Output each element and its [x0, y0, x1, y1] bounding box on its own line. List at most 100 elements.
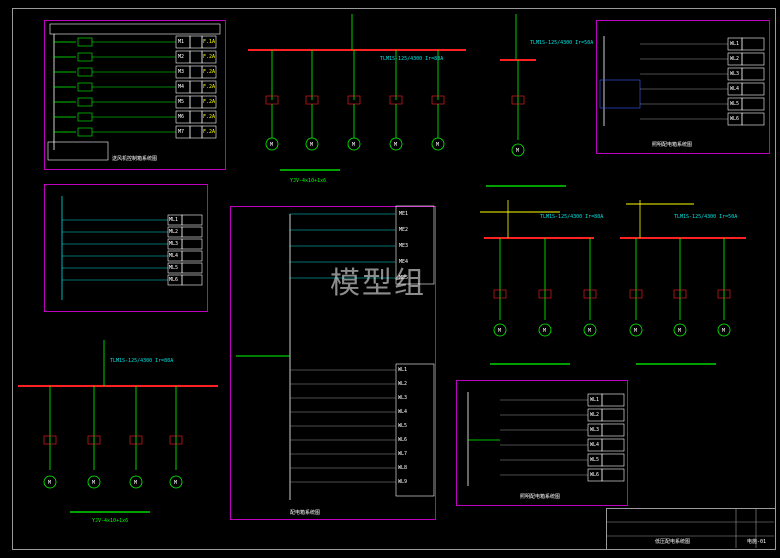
- center-row-id-bottom: WL6: [398, 437, 408, 443]
- motor-label: M: [310, 142, 313, 148]
- panel-1-breaker: [77, 52, 93, 62]
- motor-label: M: [498, 328, 501, 334]
- panel-1-row-id: M5: [178, 99, 185, 105]
- panel-1-row-id: M6: [178, 114, 185, 120]
- center-row-id-bottom: WL9: [398, 479, 408, 485]
- center-row-id: ME3: [399, 243, 409, 249]
- panel-4-cell: [601, 453, 625, 467]
- panel-3-cell: [181, 238, 203, 250]
- panel-1-legend: [47, 141, 109, 161]
- cable-label-2: YJV-4x10+1x6: [92, 518, 129, 524]
- panel-1-caption: 送风机控制箱系统图: [112, 156, 158, 162]
- panel-3-row-id: ML3: [169, 241, 179, 247]
- motor-label: M: [92, 480, 95, 486]
- panel-4-row-id: WL3: [590, 427, 600, 433]
- center-row-id: ME1: [399, 211, 409, 217]
- panel-1-breaker: [77, 97, 93, 107]
- panel-1-row-id: M7: [178, 129, 185, 135]
- title-block-sheet: 电施-01: [747, 539, 767, 545]
- panel-2-row-id: WL1: [730, 41, 740, 47]
- breaker-label-4: TLM1S-125/4300 Ir=50A: [674, 214, 738, 220]
- panel-4-row-id: WL4: [590, 442, 600, 448]
- panel-1-breaker: [77, 67, 93, 77]
- panel-3-cell: [181, 274, 203, 286]
- motor-label: M: [543, 328, 546, 334]
- panel-1-row-id: M3: [178, 69, 185, 75]
- panel-4-cell: [601, 438, 625, 452]
- panel-1-row-value: F.1A: [203, 39, 216, 45]
- panel-2-cell: [741, 37, 765, 51]
- motor-label: M: [134, 480, 137, 486]
- panel-2-row-id: WL4: [730, 86, 740, 92]
- center-row-id-bottom: WL3: [398, 395, 408, 401]
- panel-1-cell: [189, 95, 203, 109]
- panel-1-cell: [189, 110, 203, 124]
- motor-label: M: [352, 142, 355, 148]
- panel-3-cell: [181, 214, 203, 226]
- center-row-id-bottom: WL5: [398, 423, 408, 429]
- center-row-id-bottom: WL7: [398, 451, 408, 457]
- breaker-label-5: TLM1S-125/4300 Ir=80A: [110, 358, 174, 364]
- panel-3-row-id: ML6: [169, 277, 179, 283]
- drawing-canvas: M M M M M M M M M M M M M M M M M1 F.1A M2 F.2A M3 F.2A M4 F.2…: [0, 0, 780, 558]
- panel-2-row-id: WL2: [730, 56, 740, 62]
- panel-1-row-value: F.2A: [203, 114, 216, 120]
- panel-1-row-id: M4: [178, 84, 185, 90]
- panel-2-row-id: WL5: [730, 101, 740, 107]
- panel-4-row-id: WL6: [590, 472, 600, 478]
- panel-2-meter: [599, 79, 641, 109]
- motor-label: M: [270, 142, 273, 148]
- panel-2-cell: [741, 112, 765, 126]
- panel-2-cell: [741, 97, 765, 111]
- motor-label: M: [678, 328, 681, 334]
- panel-4-cell: [601, 423, 625, 437]
- panel-4-caption: 照明配电箱系统图: [520, 494, 561, 500]
- panel-1-breaker: [77, 37, 93, 47]
- center-caption: 配电箱系统图: [290, 510, 321, 516]
- motor-label: M: [722, 328, 725, 334]
- center-row-id-bottom: WL2: [398, 381, 408, 387]
- panel-1-breaker: [77, 82, 93, 92]
- center-control-box: [236, 240, 280, 300]
- panel-1-row-id: M2: [178, 54, 185, 60]
- panel-4-row-id: WL5: [590, 457, 600, 463]
- panel-3-row-id: ML4: [169, 253, 179, 259]
- panel-2-cell: [741, 52, 765, 66]
- title-block: 低压配电系统图 电施-01: [606, 508, 776, 550]
- panel-2-row-id: WL3: [730, 71, 740, 77]
- title-block-project: 低压配电系统图: [655, 539, 691, 545]
- panel-1-row-value: F.2A: [203, 54, 216, 60]
- center-row-id-bottom: WL1: [398, 367, 408, 373]
- motor-label: M: [634, 328, 637, 334]
- panel-1-cell: [189, 35, 203, 49]
- panel-1-cell: [189, 125, 203, 139]
- panel-4-row-id: WL2: [590, 412, 600, 418]
- panel-1-breaker: [77, 112, 93, 122]
- motor-label: M: [436, 142, 439, 148]
- panel-1-row-value: F.2A: [203, 84, 216, 90]
- breaker-label-1: TLM1S-125/4300 Ir=80A: [380, 56, 444, 62]
- panel-1-cell: [189, 50, 203, 64]
- panel-2-row-id: WL6: [730, 116, 740, 122]
- panel-4-row-id: WL1: [590, 397, 600, 403]
- breaker-label-3: TLM1S-125/4300 Ir=80A: [540, 214, 604, 220]
- panel-1-row-value: F.2A: [203, 129, 216, 135]
- breaker-label-2: TLM1S-125/4300 Ir=50A: [530, 40, 594, 46]
- panel-1-cell: [189, 65, 203, 79]
- panel-3-cell: [181, 226, 203, 238]
- panel-3-row-id: ML1: [169, 217, 179, 223]
- motor-label: M: [588, 328, 591, 334]
- panel-1-row-value: F.2A: [203, 69, 216, 75]
- panel-4-cell: [601, 408, 625, 422]
- panel-3-row-id: ML5: [169, 265, 179, 271]
- cable-label-1: YJV-4x10+1x6: [290, 178, 327, 184]
- panel-1-header: [49, 23, 221, 35]
- center-row-id-bottom: WL4: [398, 409, 408, 415]
- panel-2-caption: 照明配电箱系统图: [652, 142, 693, 148]
- panel-1-row-id: M1: [178, 39, 185, 45]
- motor-label: M: [48, 480, 51, 486]
- panel-1-breaker: [77, 127, 93, 137]
- motor-label: M: [516, 148, 519, 154]
- watermark: 模型组: [330, 266, 426, 301]
- panel-3-cell: [181, 250, 203, 262]
